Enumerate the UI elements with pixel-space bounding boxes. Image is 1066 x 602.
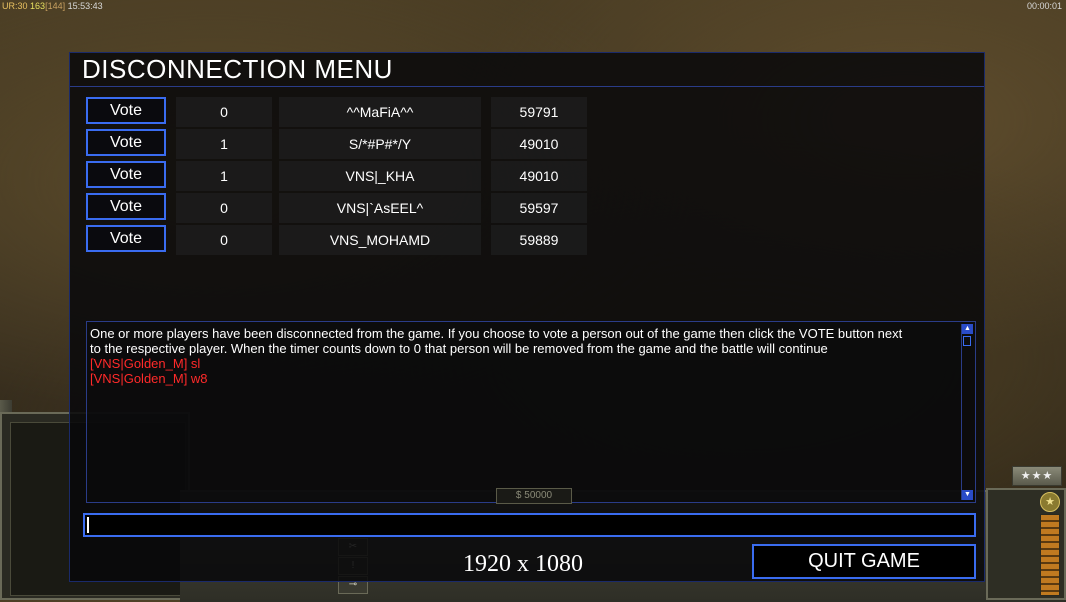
vote-count: 1 [176, 129, 272, 159]
chat-text: One or more players have been disconnect… [90, 326, 959, 386]
ur-label: UR: [2, 1, 18, 11]
player-name: VNS|`AsEEL^ [279, 193, 481, 223]
vote-count: 0 [176, 225, 272, 255]
quit-game-button[interactable]: QUIT GAME [752, 544, 976, 579]
top-status-bar: UR:30 163[144] 15:53:43 00:00:01 [0, 0, 1066, 12]
player-name: VNS|_KHA [279, 161, 481, 191]
text-caret [87, 517, 89, 533]
vote-count: 0 [176, 97, 272, 127]
chat-scrollbar[interactable]: ▲ ▼ [961, 324, 974, 500]
chat-log[interactable]: One or more players have been disconnect… [86, 321, 976, 503]
scroll-down-icon[interactable]: ▼ [962, 490, 973, 500]
game-timer: 00:00:01 [1026, 1, 1062, 11]
disconnect-timer: 59889 [491, 225, 587, 255]
power-meter [1040, 514, 1060, 596]
status-left: UR:30 163[144] 15:53:43 [2, 0, 103, 12]
scroll-thumb[interactable] [963, 336, 971, 346]
chat-input[interactable] [83, 513, 976, 537]
dialog-title: DISCONNECTION MENU [82, 54, 393, 84]
scroll-up-icon[interactable]: ▲ [962, 324, 973, 334]
resolution-watermark: 1920 x 1080 [463, 551, 583, 577]
rank-badge-icon: ★ [1040, 492, 1060, 512]
chat-message: [VNS|Golden_M] sl [90, 356, 201, 371]
info-line: One or more players have been disconnect… [90, 326, 903, 341]
disconnect-timer: 59791 [491, 97, 587, 127]
fps-value: 163 [30, 1, 46, 11]
player-name: VNS_MOHAMD [279, 225, 481, 255]
vote-count: 0 [176, 193, 272, 223]
money-display: $ 50000 [496, 488, 572, 504]
disconnect-timer: 49010 [491, 129, 587, 159]
vote-button[interactable]: Vote [86, 161, 166, 188]
fps-bracket: [144] [45, 1, 66, 11]
vote-button[interactable]: Vote [86, 129, 166, 156]
clock: 15:53:43 [67, 1, 103, 11]
vote-count: 1 [176, 161, 272, 191]
player-name: ^^MaFiA^^ [279, 97, 481, 127]
rank-stars: ★★★ [1012, 466, 1062, 486]
ur-value: 30 [17, 1, 28, 11]
disconnect-timer: 59597 [491, 193, 587, 223]
player-name: S/*#P#*/Y [279, 129, 481, 159]
info-line: to the respective player. When the timer… [90, 341, 828, 356]
chat-message: [VNS|Golden_M] w8 [90, 371, 208, 386]
vote-button[interactable]: Vote [86, 193, 166, 220]
disconnect-timer: 49010 [491, 161, 587, 191]
vote-button[interactable]: Vote [86, 225, 166, 252]
title-divider [70, 86, 984, 87]
vote-button[interactable]: Vote [86, 97, 166, 124]
